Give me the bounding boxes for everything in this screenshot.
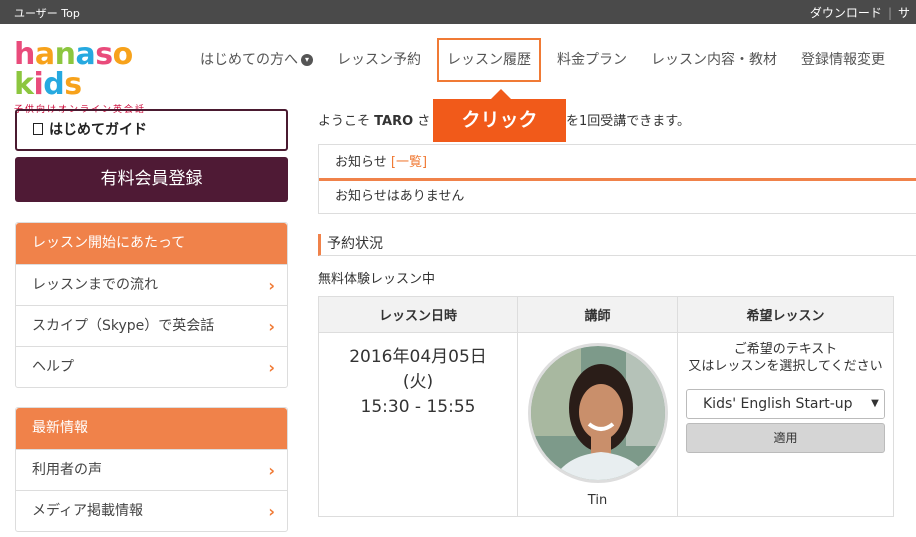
nav-item-beginners[interactable]: はじめての方へ ▾ xyxy=(188,38,325,82)
welcome-message: ようこそ TARO さ を1回受講できます。 xyxy=(318,110,690,129)
sidebar-item-testimonials[interactable]: 利用者の声 › xyxy=(16,449,287,490)
notice-list-link[interactable]: [一覧] xyxy=(391,155,427,170)
chevron-down-circle-icon: ▾ xyxy=(301,54,313,66)
notice-header: お知らせ [一覧] xyxy=(319,145,916,181)
top-links: ダウンロード | サ xyxy=(804,4,916,21)
sidebar-item-help[interactable]: ヘルプ › xyxy=(16,346,287,387)
sidebar-item-label: メディア掲載情報 xyxy=(32,503,144,519)
panel-getting-started: レッスン開始にあたって レッスンまでの流れ › スカイプ（Skype）で英会話 › … xyxy=(15,222,288,388)
table-header-row: レッスン日時 講師 希望レッスン xyxy=(318,296,894,333)
trial-status: 無料体験レッスン中 xyxy=(318,272,436,287)
sidebar-item-label: レッスンまでの流れ xyxy=(32,277,158,293)
welcome-rest: を1回受講できます。 xyxy=(566,114,690,129)
section-title: 予約状況 xyxy=(318,234,916,256)
logo-letter: o xyxy=(112,37,134,72)
sidebar-item-lesson-flow[interactable]: レッスンまでの流れ › xyxy=(16,264,287,305)
logo-wordmark: hanaso kids xyxy=(14,40,174,100)
guide-label: はじめてガイド xyxy=(49,122,147,138)
panel-news: 最新情報 利用者の声 › メディア掲載情報 › xyxy=(15,407,288,532)
sidebar-item-label: 利用者の声 xyxy=(32,462,102,478)
nav-item-lesson-history[interactable]: レッスン履歴 xyxy=(437,38,541,82)
sidebar-item-media[interactable]: メディア掲載情報 › xyxy=(16,490,287,531)
logo-letter: s xyxy=(95,37,113,72)
dropdown-arrow-icon: ▼ xyxy=(866,390,884,418)
lesson-weekday: (火) xyxy=(402,372,434,392)
sidebar-item-label: ヘルプ xyxy=(32,359,74,375)
preference-instruction: ご希望のテキスト 又はレッスンを選択してください xyxy=(688,342,883,374)
nav-item-lesson-content[interactable]: レッスン内容・教材 xyxy=(639,38,789,82)
sidebar-item-skype[interactable]: スカイプ（Skype）で英会話 › xyxy=(16,305,287,346)
user-name: TARO xyxy=(374,114,414,129)
apply-button[interactable]: 適用 xyxy=(686,423,885,453)
select-value: Kids' English Start-up xyxy=(703,396,853,412)
lesson-select[interactable]: Kids' English Start-up ▼ xyxy=(686,389,885,419)
welcome-suffix: さ xyxy=(417,114,431,129)
welcome-prefix: ようこそ xyxy=(318,114,371,129)
download-link[interactable]: ダウンロード xyxy=(804,6,888,20)
notice-body: お知らせはありません xyxy=(335,189,465,204)
logo-letter: k xyxy=(14,67,34,102)
teacher-name[interactable]: Tin xyxy=(518,493,677,508)
click-callout: クリック xyxy=(433,89,566,142)
chevron-right-icon: › xyxy=(268,502,275,521)
teacher-cell: Tin xyxy=(517,332,678,517)
column-header: 講師 xyxy=(517,296,678,333)
site-logo[interactable]: hanaso kids 子供向けオンライン英会話 xyxy=(14,40,174,116)
chevron-right-icon: › xyxy=(268,317,275,336)
support-link[interactable]: サ xyxy=(892,6,916,20)
lesson-preference-cell: ご希望のテキスト 又はレッスンを選択してください Kids' English S… xyxy=(677,332,894,517)
nav-item-pricing[interactable]: 料金プラン xyxy=(545,38,639,82)
nav-label: はじめての方へ xyxy=(200,52,298,68)
chevron-right-icon: › xyxy=(268,276,275,295)
table-row: 2016年04月05日 (火) 15:30 - 15:55 Tin ご希望のテキ… xyxy=(318,332,894,517)
chevron-right-icon: › xyxy=(268,358,275,377)
teacher-photo xyxy=(530,346,665,480)
beginner-guide-button[interactable]: はじめてガイド xyxy=(15,109,288,151)
nav-item-lesson-booking[interactable]: レッスン予約 xyxy=(325,38,433,82)
breadcrumb: ユーザー Top xyxy=(14,7,80,20)
panel-title: レッスン開始にあたって xyxy=(16,223,287,264)
teacher-avatar[interactable] xyxy=(527,343,668,483)
column-header: レッスン日時 xyxy=(318,296,518,333)
notice-title: お知らせ xyxy=(335,155,387,170)
top-bar: ユーザー Top ダウンロード | サ xyxy=(0,0,916,24)
panel-title: 最新情報 xyxy=(16,408,287,449)
lesson-time: 15:30 - 15:55 xyxy=(360,397,476,417)
chevron-right-icon: › xyxy=(268,461,275,480)
column-header: 希望レッスン xyxy=(677,296,894,333)
main-nav: はじめての方へ ▾ レッスン予約 レッスン履歴 料金プラン レッスン内容・教材 登… xyxy=(188,38,897,82)
document-icon xyxy=(33,123,43,135)
logo-letter: i xyxy=(33,67,44,102)
paid-membership-button[interactable]: 有料会員登録 xyxy=(15,157,288,202)
logo-letter: s xyxy=(64,67,82,102)
lesson-date: 2016年04月05日 xyxy=(349,347,487,367)
sidebar-item-label: スカイプ（Skype）で英会話 xyxy=(32,318,215,334)
nav-item-account-settings[interactable]: 登録情報変更 xyxy=(789,38,897,82)
reservation-table: レッスン日時 講師 希望レッスン 2016年04月05日 (火) 15:30 -… xyxy=(318,296,894,517)
logo-letter: d xyxy=(43,67,65,102)
lesson-datetime: 2016年04月05日 (火) 15:30 - 15:55 xyxy=(318,332,518,517)
notice-box: お知らせ [一覧] お知らせはありません xyxy=(318,144,916,214)
